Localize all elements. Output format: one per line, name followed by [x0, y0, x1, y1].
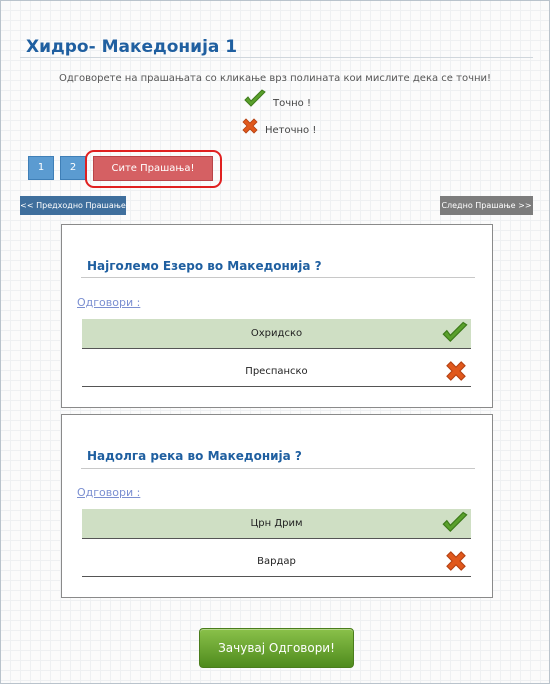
all-questions-button[interactable]: Сите Прашања!	[93, 156, 213, 181]
title-divider	[20, 57, 533, 58]
question-divider	[81, 277, 475, 278]
save-answers-button[interactable]: Зачувај Одговори!	[199, 628, 354, 668]
legend-correct-label: Точно !	[273, 98, 311, 109]
answer-divider	[82, 348, 471, 349]
cross-icon	[242, 118, 258, 134]
answer-divider	[82, 538, 471, 539]
answer-option-wrong[interactable]: Вардар	[82, 547, 471, 576]
answer-text: Вардар	[257, 556, 296, 567]
answer-text: Црн Дрим	[250, 518, 303, 529]
checkmark-icon	[244, 88, 266, 107]
instructions-text: Одговорете на прашањата со кликање врз п…	[58, 73, 492, 84]
answer-text: Преспанско	[245, 366, 308, 377]
checkmark-icon	[442, 321, 468, 342]
page-button-2[interactable]: 2	[60, 156, 86, 180]
answer-divider	[82, 576, 471, 577]
answers-label[interactable]: Одговори :	[77, 486, 140, 499]
cross-icon	[446, 551, 466, 571]
legend-wrong: Неточно !	[240, 116, 316, 136]
cross-icon	[446, 361, 466, 381]
previous-question-button[interactable]: << Предходно Прашање	[20, 196, 126, 215]
question-divider	[81, 468, 475, 469]
answer-divider	[82, 386, 471, 387]
legend-wrong-label: Неточно !	[265, 124, 317, 136]
next-question-button[interactable]: Следно Прашање >>	[440, 196, 533, 215]
checkmark-icon	[442, 511, 468, 532]
question-title: Надолга река во Македонија ?	[87, 449, 302, 463]
answer-option-correct[interactable]: Црн Дрим	[82, 509, 471, 538]
answers-label[interactable]: Одговори :	[77, 296, 140, 309]
page-button-1[interactable]: 1	[28, 156, 54, 180]
question-title: Најголемо Езеро во Македонија ?	[87, 259, 322, 273]
legend-correct: Точно !	[243, 88, 311, 109]
question-card-1: Најголемо Езеро во Македонија ? Одговори…	[61, 224, 493, 408]
answer-option-correct[interactable]: Охридско	[82, 319, 471, 348]
answer-text: Охридско	[250, 328, 303, 339]
page-title: Хидро- Македонија 1	[26, 37, 238, 57]
answer-option-wrong[interactable]: Преспанско	[82, 357, 471, 386]
question-card-2: Надолга река во Македонија ? Одговори : …	[61, 414, 493, 598]
